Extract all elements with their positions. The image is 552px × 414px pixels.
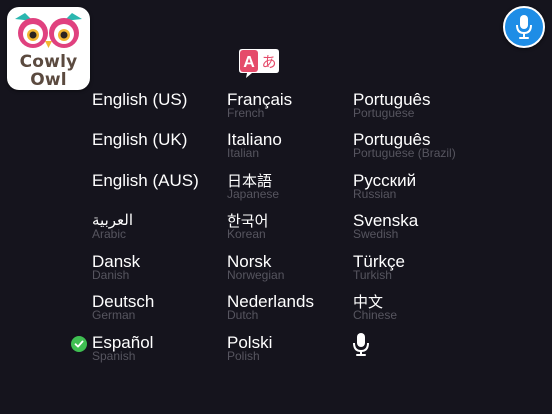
language-english-name: Korean [227,227,266,241]
logo-text-line1: Cowly [19,52,78,72]
language-option-portuguese[interactable]: Português Portuguese [353,90,493,128]
language-option-portuguese-brazil[interactable]: Português Portuguese (Brazil) [353,130,493,168]
owl-logo-icon [15,13,82,48]
language-english-name: German [92,308,136,322]
language-english-name: Polish [227,349,260,363]
translate-icon-kana: あ [261,53,276,71]
language-option-dutch[interactable]: Nederlands Dutch [227,292,367,330]
language-english-name: Spanish [92,349,136,363]
language-option-polish[interactable]: Polski Polish [227,333,367,371]
language-english-name: Turkish [353,268,392,282]
language-english-name: Swedish [353,227,399,241]
translate-icon-latin: A [243,54,255,71]
language-english-name: Danish [92,268,130,282]
language-english-name: Portuguese [353,106,415,120]
language-option-spanish[interactable]: Español Spanish [92,333,232,371]
language-english-name: Russian [353,187,397,201]
selected-check-icon [71,336,87,352]
language-option-italian[interactable]: Italiano Italian [227,130,367,168]
language-english-name: Dutch [227,308,259,322]
translate-icon: A あ [239,49,279,78]
language-english-name: Portuguese (Brazil) [353,146,456,160]
language-native-name: English (AUS) [92,171,199,190]
language-option-turkish[interactable]: Türkçe Turkish [353,252,493,290]
language-english-name: French [227,106,265,120]
language-option-swedish[interactable]: Svenska Swedish [353,211,493,249]
language-option-korean[interactable]: 한국어 Korean [227,211,367,249]
language-english-name: Arabic [92,227,127,241]
language-option-arabic[interactable]: العربية Arabic [92,211,232,249]
language-native-name: English (UK) [92,130,188,149]
language-english-name: Chinese [353,308,398,322]
language-option-japanese[interactable]: 日本語 Japanese [227,171,367,209]
language-option-german[interactable]: Deutsch German [92,292,232,330]
voice-language-option[interactable] [353,333,369,361]
language-option-english-aus[interactable]: English (AUS) [92,171,232,209]
language-english-name: Japanese [227,187,280,201]
app-logo[interactable]: Cowly Owl [7,7,90,90]
language-option-norwegian[interactable]: Norsk Norwegian [227,252,367,290]
language-option-chinese[interactable]: 中文 Chinese [353,292,493,330]
language-option-english-uk[interactable]: English (UK) [92,130,232,168]
microphone-icon [516,15,532,39]
voice-input-button[interactable] [503,6,545,48]
language-english-name: Norwegian [227,268,285,282]
language-native-name: English (US) [92,90,188,109]
language-option-french[interactable]: Français French [227,90,367,128]
language-option-danish[interactable]: Dansk Danish [92,252,232,290]
microphone-icon [353,333,369,356]
language-option-russian[interactable]: Русский Russian [353,171,493,209]
language-english-name: Italian [227,146,260,160]
language-option-english-us[interactable]: English (US) [92,90,232,128]
logo-text-line2: Owl [30,70,67,90]
